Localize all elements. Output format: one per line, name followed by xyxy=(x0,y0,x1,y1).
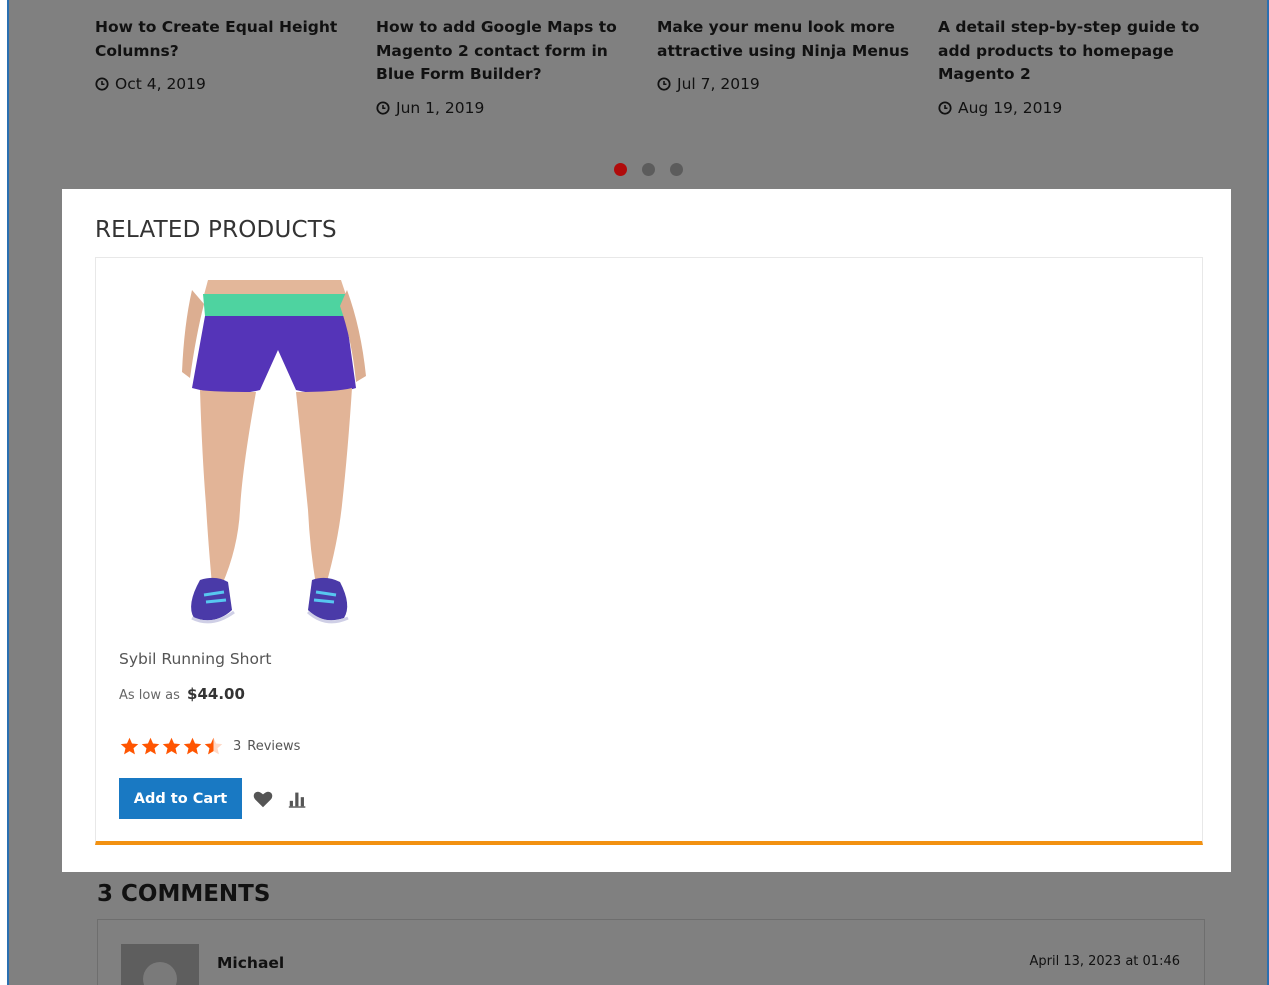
clock-icon xyxy=(95,77,109,91)
carousel-dots xyxy=(614,163,683,176)
star-half-icon xyxy=(204,737,223,755)
clock-icon xyxy=(938,100,952,115)
blog-post-date: Jun 1, 2019 xyxy=(376,99,638,117)
blog-post-title[interactable]: How to add Google Maps to Magento 2 cont… xyxy=(376,16,638,87)
blog-post-date: Oct 4, 2019 xyxy=(95,75,357,93)
product-actions: Add to Cart xyxy=(119,778,309,819)
blog-post-title[interactable]: Make your menu look more attractive usin… xyxy=(657,16,919,63)
compare-icon[interactable] xyxy=(287,788,309,810)
product-name-link[interactable]: Sybil Running Short xyxy=(119,650,271,668)
comment-author: Michael xyxy=(217,954,285,972)
comment-item: Michael April 13, 2023 at 01:46 xyxy=(97,919,1205,985)
blog-post-date-text: Jul 7, 2019 xyxy=(677,75,760,93)
wishlist-heart-icon[interactable] xyxy=(252,788,274,810)
clock-icon xyxy=(376,100,390,115)
blog-post-item[interactable]: How to add Google Maps to Magento 2 cont… xyxy=(376,16,638,117)
blog-post-date: Jul 7, 2019 xyxy=(657,75,919,93)
price-value: $44.00 xyxy=(187,685,245,703)
related-products-panel: RELATED PRODUCTS Sybil Running Short As … xyxy=(62,189,1231,872)
blog-post-date-text: Oct 4, 2019 xyxy=(115,75,206,93)
star-icon xyxy=(120,737,139,755)
product-price: As low as $44.00 xyxy=(119,685,245,703)
blog-post-date-text: Jun 1, 2019 xyxy=(396,98,485,117)
blog-post-title[interactable]: A detail step-by-step guide to add produ… xyxy=(938,16,1200,87)
product-image[interactable] xyxy=(156,280,376,635)
star-icon xyxy=(183,737,202,755)
blog-post-item[interactable]: A detail step-by-step guide to add produ… xyxy=(938,16,1200,117)
add-to-cart-button[interactable]: Add to Cart xyxy=(119,778,242,819)
blog-post-item[interactable]: Make your menu look more attractive usin… xyxy=(657,16,919,93)
reviews-count[interactable]: 3 xyxy=(233,739,241,754)
star-icon xyxy=(162,737,181,755)
rating-stars xyxy=(119,736,224,757)
star-icon xyxy=(141,737,160,755)
blog-post-date-text: Aug 19, 2019 xyxy=(958,98,1063,117)
blog-post-date: Aug 19, 2019 xyxy=(938,99,1200,117)
related-products-heading: RELATED PRODUCTS xyxy=(95,217,337,243)
clock-icon xyxy=(657,77,671,91)
reviews-link[interactable]: Reviews xyxy=(247,739,300,754)
price-prefix: As low as xyxy=(119,688,180,703)
blog-post-item[interactable]: How to Create Equal Height Columns? Oct … xyxy=(95,16,357,93)
product-rating: 3 Reviews xyxy=(119,736,300,757)
carousel-dot-3[interactable] xyxy=(670,163,683,176)
avatar xyxy=(121,944,199,985)
carousel-dot-1[interactable] xyxy=(614,163,627,176)
related-products-list: Sybil Running Short As low as $44.00 3 R… xyxy=(95,257,1203,845)
comments-heading: 3 COMMENTS xyxy=(97,881,271,907)
carousel-dot-2[interactable] xyxy=(642,163,655,176)
blog-post-title[interactable]: How to Create Equal Height Columns? xyxy=(95,16,357,63)
comment-date: April 13, 2023 at 01:46 xyxy=(1029,954,1180,969)
